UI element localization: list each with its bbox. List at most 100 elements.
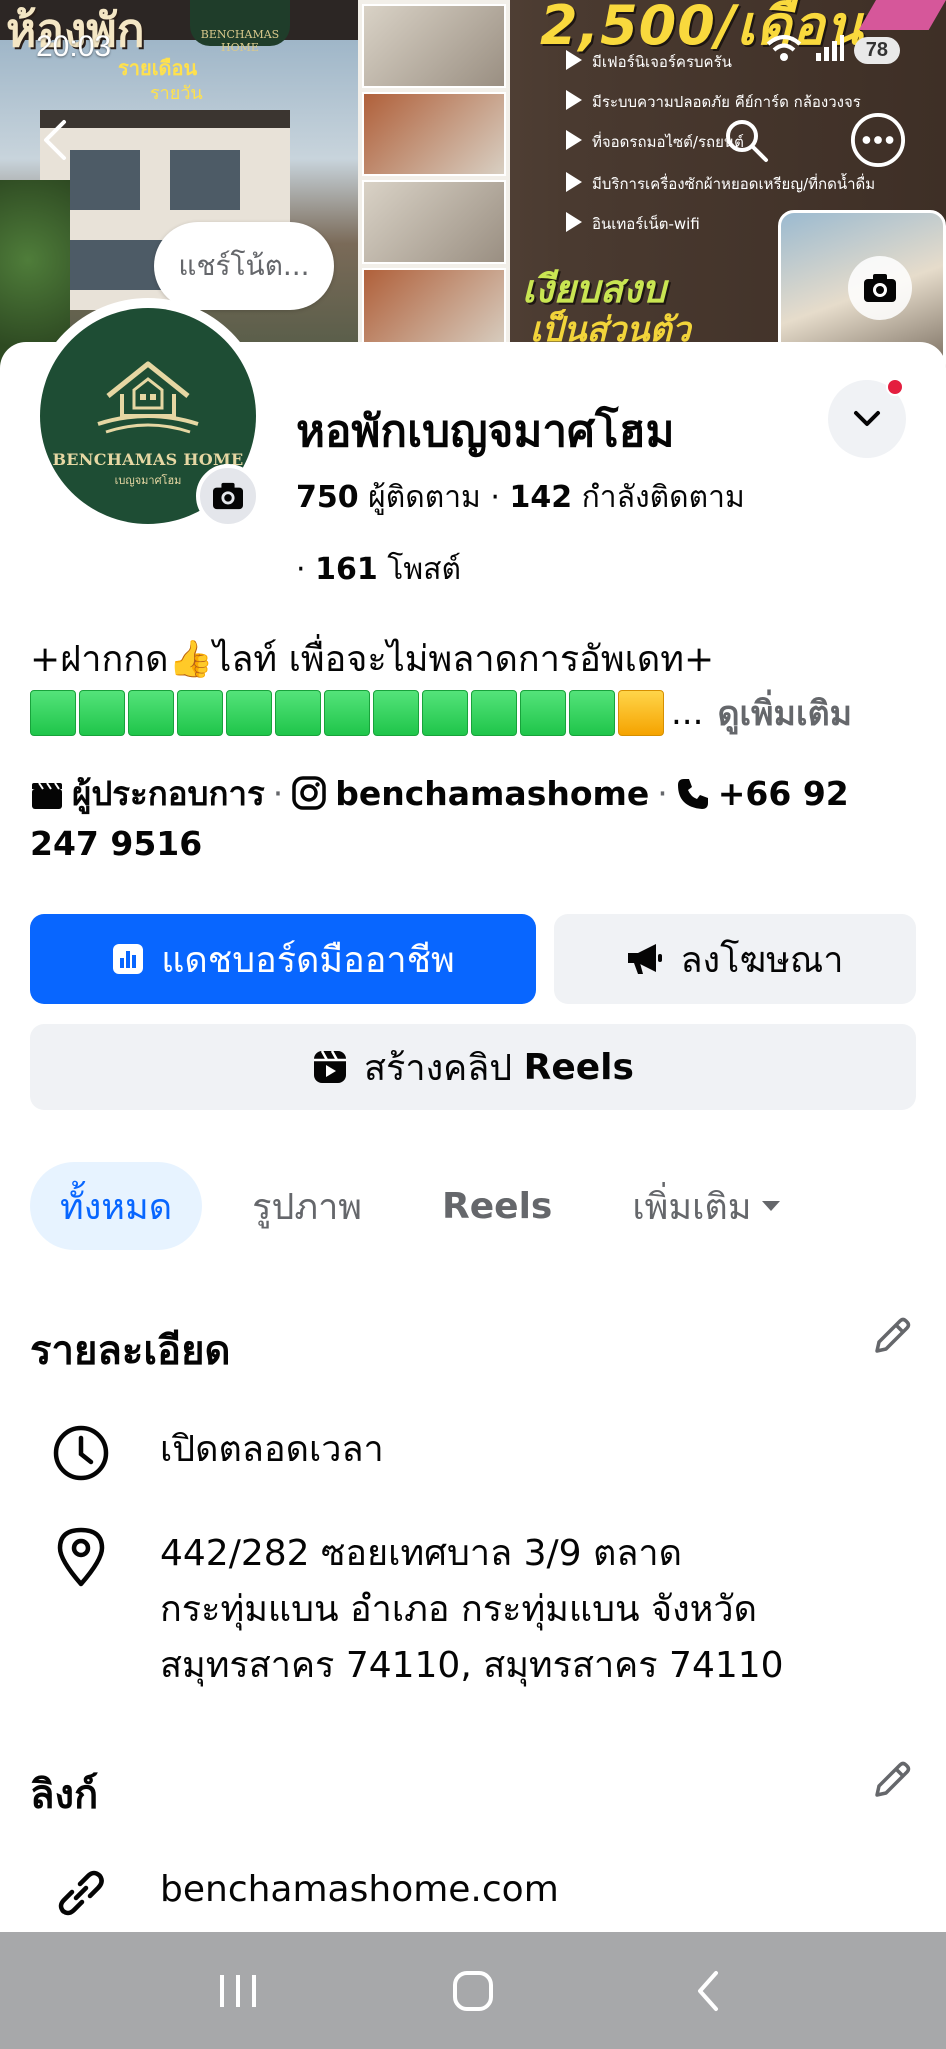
status-icons: 78 bbox=[764, 32, 900, 68]
clock-icon bbox=[50, 1422, 112, 1484]
phone-icon bbox=[676, 777, 710, 822]
progress-square-filled bbox=[520, 690, 566, 736]
page-title: หอพักเบญจมาศโฮม bbox=[296, 406, 675, 457]
progress-square-filled bbox=[79, 690, 125, 736]
profile-info-line: ผู้ประกอบการ · benchamashome · +66 92 247 … bbox=[30, 774, 849, 863]
progress-square-empty bbox=[618, 690, 664, 736]
address-text: 442/282 ซอยเทศบาล 3/9 ตลาด กระทุ่มแบน อำ… bbox=[160, 1526, 784, 1694]
cover-room-photo bbox=[362, 180, 506, 264]
posts-count: 161 bbox=[315, 552, 378, 587]
edit-details-button[interactable] bbox=[868, 1312, 916, 1360]
cover-window bbox=[170, 150, 240, 210]
links-section-title: ลิงก์ bbox=[30, 1772, 99, 1818]
edit-avatar-button[interactable] bbox=[196, 464, 260, 528]
progress-square-filled bbox=[324, 690, 370, 736]
cover-feature: มีบริการเครื่องซักผ้าหยอดเหรียญ/ที่กดน้ำ… bbox=[592, 175, 876, 193]
address-line: กระทุ่มแบน อำเภอ กระทุ่มแบน จังหวัด bbox=[160, 1589, 758, 1630]
link-icon bbox=[50, 1862, 112, 1924]
clapperboard-icon bbox=[30, 778, 64, 822]
bio-progress-row: ... ดูเพิ่มเติม bbox=[30, 690, 852, 736]
address-line: 442/282 ซอยเทศบาล 3/9 ตลาด bbox=[160, 1533, 683, 1574]
hours-row: เปิดตลอดเวลา bbox=[50, 1422, 384, 1484]
system-navigation-bar bbox=[0, 1932, 946, 2049]
home-button[interactable] bbox=[433, 1951, 513, 2031]
camera-icon bbox=[864, 274, 896, 302]
progress-square-filled bbox=[30, 690, 76, 736]
following-label[interactable]: กำลังติดตาม bbox=[582, 480, 745, 515]
advertise-button[interactable]: ลงโฆษณา bbox=[554, 914, 916, 1004]
profile-tabs: ทั้งหมด รูปภาพ Reels เพิ่มเติม bbox=[30, 1162, 832, 1250]
bullet-icon bbox=[566, 172, 582, 192]
follow-stats: 750 ผู้ติดตาม · 142 กำลังติดตาม bbox=[296, 480, 745, 515]
posts-label: โพสต์ bbox=[387, 552, 461, 587]
bullet-icon bbox=[566, 90, 582, 110]
share-note-bubble[interactable]: แชร์โน้ต... bbox=[154, 222, 334, 310]
system-back-button[interactable] bbox=[668, 1951, 748, 2031]
cover-decoration bbox=[858, 0, 946, 30]
cover-feature: อินเทอร์เน็ต-wifi bbox=[592, 215, 700, 233]
professional-dashboard-button[interactable]: แดชบอร์ดมืออาชีพ bbox=[30, 914, 536, 1004]
reels-icon bbox=[312, 1049, 348, 1085]
search-button[interactable] bbox=[718, 112, 774, 168]
logo-house-icon bbox=[97, 361, 199, 433]
home-icon bbox=[452, 1970, 493, 2011]
chevron-down-icon bbox=[854, 411, 880, 426]
following-count[interactable]: 142 bbox=[509, 480, 572, 515]
camera-icon bbox=[213, 482, 243, 510]
progress-square-filled bbox=[569, 690, 615, 736]
tab-all[interactable]: ทั้งหมด bbox=[30, 1162, 203, 1250]
caret-down-icon bbox=[761, 1201, 780, 1211]
bio-text: +ฝากกด👍ไลท์ เพื่อจะไม่พลาดการอัพเดท+ bbox=[30, 639, 715, 680]
instagram-link[interactable]: benchamashome bbox=[335, 774, 649, 813]
website-link[interactable]: benchamashome.com bbox=[160, 1862, 559, 1918]
create-reels-label-bold: Reels bbox=[523, 1046, 634, 1088]
megaphone-icon bbox=[626, 942, 664, 976]
progress-square-filled bbox=[177, 690, 223, 736]
details-section-title: รายละเอียด bbox=[30, 1328, 231, 1374]
edit-cover-button[interactable] bbox=[848, 256, 912, 320]
bio-progress-squares bbox=[30, 690, 667, 736]
create-reels-button[interactable]: สร้างคลิป Reels bbox=[30, 1024, 916, 1110]
back-button[interactable] bbox=[28, 112, 84, 168]
location-pin-icon bbox=[50, 1526, 112, 1588]
cover-subtitle-daily: รายวัน bbox=[150, 83, 203, 104]
tab-more[interactable]: เพิ่มเติม bbox=[602, 1162, 811, 1250]
followers-label[interactable]: ผู้ติดตาม bbox=[368, 480, 481, 515]
website-row[interactable]: benchamashome.com bbox=[50, 1862, 559, 1924]
bullet-icon bbox=[566, 212, 582, 232]
progress-square-filled bbox=[226, 690, 272, 736]
cover-logo: BENCHAMAS HOME bbox=[190, 0, 290, 54]
more-options-button[interactable] bbox=[850, 112, 906, 168]
recent-apps-icon bbox=[219, 1974, 256, 2007]
create-reels-label: สร้างคลิป bbox=[364, 1047, 513, 1089]
search-icon bbox=[726, 120, 768, 162]
progress-square-filled bbox=[422, 690, 468, 736]
tab-photos[interactable]: รูปภาพ bbox=[222, 1162, 392, 1250]
edit-links-button[interactable] bbox=[868, 1756, 916, 1804]
address-row[interactable]: 442/282 ซอยเทศบาล 3/9 ตลาด กระทุ่มแบน อำ… bbox=[50, 1526, 784, 1694]
more-icon bbox=[850, 112, 906, 168]
battery-indicator: 78 bbox=[853, 36, 900, 64]
progress-square-filled bbox=[373, 690, 419, 736]
cover-room-photo bbox=[362, 92, 506, 176]
signal-icon bbox=[814, 33, 844, 67]
bullet-icon bbox=[566, 50, 582, 70]
cover-room-photo bbox=[362, 4, 506, 88]
tab-more-label: เพิ่มเติม bbox=[632, 1186, 752, 1228]
back-icon bbox=[698, 1970, 719, 2011]
cover-feature: มีเฟอร์นิเจอร์ครบครัน bbox=[592, 53, 732, 71]
tab-reels[interactable]: Reels bbox=[412, 1162, 582, 1250]
recent-apps-button[interactable] bbox=[198, 1951, 278, 2031]
wifi-icon bbox=[764, 32, 804, 68]
instagram-icon bbox=[291, 775, 327, 822]
advertise-label: ลงโฆษณา bbox=[680, 939, 844, 981]
followers-count[interactable]: 750 bbox=[296, 480, 359, 515]
post-stats: · 161 โพสต์ bbox=[296, 552, 461, 587]
bio-ellipsis: ... bbox=[671, 693, 704, 733]
address-line: สมุทรสาคร 74110, สมุทรสาคร 74110 bbox=[160, 1645, 784, 1686]
see-more-link[interactable]: ดูเพิ่มเติม bbox=[717, 686, 852, 740]
professional-dashboard-label: แดชบอร์ดมืออาชีพ bbox=[161, 939, 455, 981]
progress-square-filled bbox=[275, 690, 321, 736]
progress-square-filled bbox=[471, 690, 517, 736]
pencil-icon bbox=[875, 1317, 911, 1353]
